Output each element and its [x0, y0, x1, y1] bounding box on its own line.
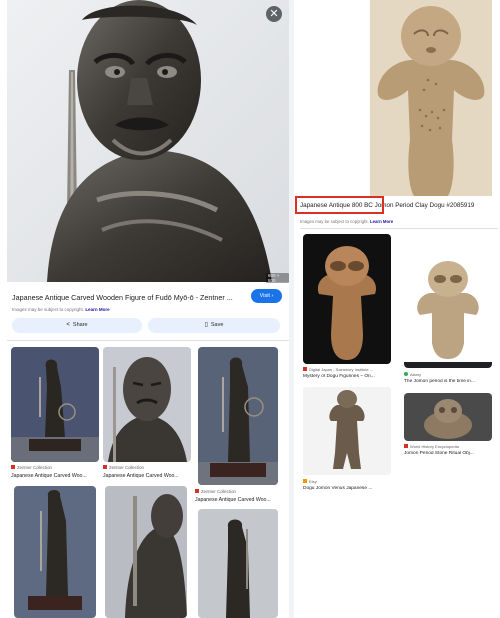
source-name: World History Encyclopedia: [410, 444, 459, 449]
related-image-1[interactable]: [11, 347, 99, 462]
source-favicon: [303, 367, 307, 372]
share-icon: <: [66, 322, 70, 328]
learn-more-link[interactable]: Learn More: [85, 307, 109, 312]
related-image-2[interactable]: [103, 347, 191, 462]
close-icon: ✕: [269, 8, 279, 20]
divider: [300, 228, 498, 229]
preview-image-fudo-statue[interactable]: [7, 0, 289, 282]
zentner-favicon: [195, 489, 199, 494]
copyright-text: Images may be subject to copyright.: [300, 219, 369, 224]
result-title-link[interactable]: Japanese Antique Carved Wooden Figure of…: [12, 293, 248, 302]
highlight-box: [295, 196, 384, 214]
image-preview-panel: ✕ 600 × 800 Japanese Antique Carved Wood…: [0, 0, 289, 618]
save-button[interactable]: ▯ Save: [148, 318, 280, 333]
related-caption-r4[interactable]: Jomon Period Stone Ritual Obj...: [404, 451, 496, 456]
related-caption-r1[interactable]: Mystery of Dogu Figurines – On...: [303, 374, 395, 379]
source-name: Zentner Collection: [109, 465, 144, 470]
related-caption-2[interactable]: Japanese Antique Carved Woo...: [103, 473, 191, 479]
visit-label: Visit: [259, 293, 270, 299]
related-image-6[interactable]: [198, 509, 278, 618]
related-caption-3[interactable]: Japanese Antique Carved Woo...: [195, 497, 283, 503]
preview-image-dogu[interactable]: [370, 0, 492, 196]
share-label: Share: [72, 322, 88, 328]
related-image-r3[interactable]: [303, 387, 391, 475]
image-search-screenshot: ✕ 600 × 800 Japanese Antique Carved Wood…: [0, 0, 500, 618]
source-favicon: [404, 444, 408, 449]
related-source-r2: Alamy: [404, 372, 421, 377]
divider: [7, 340, 289, 341]
source-name: Etsy: [309, 479, 317, 484]
related-source-3: Zentner Collection: [195, 489, 236, 494]
related-image-r4[interactable]: [404, 393, 492, 441]
related-source-1: Zentner Collection: [11, 465, 52, 470]
save-label: Save: [210, 322, 224, 328]
related-image-r2[interactable]: [404, 243, 492, 368]
source-favicon: [404, 372, 408, 377]
zentner-favicon: [103, 465, 107, 470]
visit-button[interactable]: Visit ›: [251, 289, 282, 303]
title-rest-part: Jomon Period Clay Dogu #2085919: [372, 202, 475, 209]
related-source-r3: Etsy: [303, 479, 317, 484]
source-favicon: [303, 479, 307, 484]
source-name: Alamy: [410, 372, 422, 377]
share-button[interactable]: < Share: [12, 318, 142, 333]
source-name: Digital Japan - Sainsbury Institute ...: [309, 367, 374, 372]
close-button[interactable]: ✕: [266, 6, 282, 22]
image-dimensions: 600 × 800: [266, 273, 289, 283]
copyright-notice: Images may be subject to copyright. Lear…: [12, 307, 110, 312]
related-image-5[interactable]: [105, 486, 187, 618]
copyright-notice: Images may be subject to copyright. Lear…: [300, 219, 393, 224]
related-caption-r2[interactable]: The Jomon period is the time in...: [404, 379, 496, 384]
source-name: Zentner Collection: [17, 465, 52, 470]
related-image-4[interactable]: [14, 486, 96, 618]
bookmark-icon: ▯: [204, 322, 208, 328]
related-image-3[interactable]: [198, 347, 278, 485]
chevron-right-icon: ›: [271, 293, 274, 299]
related-caption-1[interactable]: Japanese Antique Carved Woo...: [11, 473, 101, 479]
related-caption-r3[interactable]: Dogu Jomon Venus Japanese ...: [303, 486, 395, 491]
related-source-r1: Digital Japan - Sainsbury Institute ...: [303, 367, 373, 372]
related-source-r4: World History Encyclopedia: [404, 444, 459, 449]
dogu-preview-panel: Japanese Antique 800 BC Jomon Period Cla…: [294, 0, 500, 618]
related-image-r1[interactable]: [303, 234, 391, 364]
zentner-favicon: [11, 465, 15, 470]
related-source-2: Zentner Collection: [103, 465, 144, 470]
source-name: Zentner Collection: [201, 489, 236, 494]
copyright-text: Images may be subject to copyright.: [12, 307, 85, 312]
learn-more-link[interactable]: Learn More: [370, 219, 393, 224]
